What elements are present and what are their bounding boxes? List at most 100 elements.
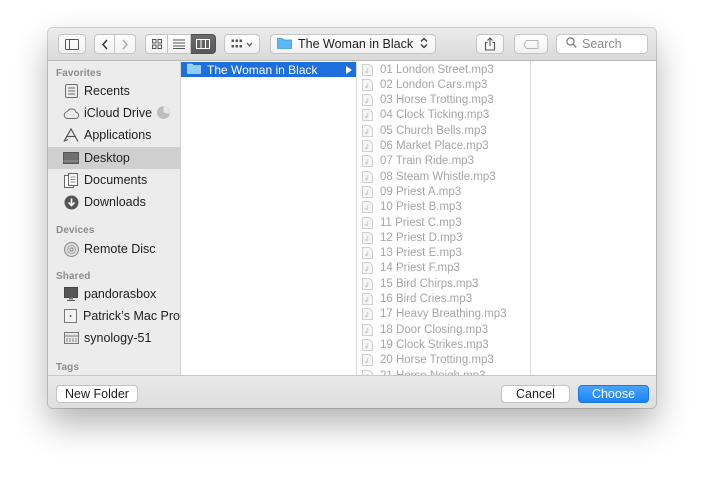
file-row: 14 Priest F.mp3 xyxy=(357,261,530,276)
icon-view-button[interactable] xyxy=(145,34,168,54)
cancel-button[interactable]: Cancel xyxy=(501,385,570,403)
disclosure-triangle-icon xyxy=(346,63,352,77)
audio-file-icon xyxy=(362,124,373,137)
sidebar-item-label: iCloud Drive xyxy=(84,106,153,120)
shared-header: Shared xyxy=(56,271,91,282)
sidebar-item-label: pandorasbox xyxy=(84,287,157,301)
bottom-bar: New Folder Cancel Choose xyxy=(48,375,656,408)
choose-button[interactable]: Choose xyxy=(578,385,649,403)
search-field[interactable]: Search xyxy=(556,34,648,54)
group-menu-button[interactable] xyxy=(224,34,260,54)
forward-button[interactable] xyxy=(115,34,136,54)
server-icon xyxy=(62,330,80,346)
file-name: 15 Bird Chirps.mp3 xyxy=(380,277,479,290)
file-row: 20 Horse Trotting.mp3 xyxy=(357,353,530,368)
audio-file-icon xyxy=(362,262,373,275)
sidebar-item-label: Documents xyxy=(84,173,148,187)
icon-grid-icon xyxy=(151,39,162,49)
share-button[interactable] xyxy=(476,34,504,54)
sidebar-item-label: Patrick’s Mac Pro xyxy=(82,309,180,323)
sidebar-item-applications[interactable]: Applications xyxy=(48,124,180,146)
file-name: 16 Bird Cries.mp3 xyxy=(380,293,473,305)
tag-button[interactable] xyxy=(514,34,548,54)
audio-file-icon xyxy=(362,170,373,183)
file-row: 06 Market Place.mp3 xyxy=(357,139,530,154)
sidebar-item-label: synology-51 xyxy=(84,331,152,345)
share-icon xyxy=(484,37,496,51)
file-row: 10 Priest B.mp3 xyxy=(357,200,530,215)
audio-file-icon xyxy=(362,109,373,122)
devices-header: Devices xyxy=(56,225,95,236)
columns-icon xyxy=(196,39,210,49)
tag-icon xyxy=(523,39,539,49)
sidebar-item-label: Desktop xyxy=(84,151,130,165)
audio-file-icon xyxy=(362,94,373,107)
file-name: 07 Train Ride.mp3 xyxy=(380,155,474,168)
folder-row-selected[interactable]: The Woman in Black xyxy=(181,62,356,77)
audio-file-icon xyxy=(362,293,373,305)
audio-file-icon xyxy=(362,63,373,76)
sidebar: Favorites Recents iCloud Drive Applicati… xyxy=(48,61,181,375)
documents-icon xyxy=(62,172,80,188)
sidebar-item-patricks-mac-pro[interactable]: Patrick’s Mac Pro xyxy=(48,305,180,327)
sidebar-item-downloads[interactable]: Downloads xyxy=(48,191,180,213)
audio-file-icon xyxy=(362,338,373,351)
sidebar-item-desktop[interactable]: Desktop xyxy=(48,147,180,169)
search-icon xyxy=(566,37,577,51)
sidebar-item-label: Recents xyxy=(84,84,130,98)
list-view-button[interactable] xyxy=(168,34,191,54)
audio-file-icon xyxy=(362,185,373,198)
sidebar-item-icloud-drive[interactable]: iCloud Drive xyxy=(48,102,180,124)
column-2: 01 London Street.mp3 02 London Cars.mp3 03… xyxy=(357,61,531,375)
sidebar-icon xyxy=(65,38,79,50)
folder-name: The Woman in Black xyxy=(207,62,318,77)
recents-icon xyxy=(62,83,80,99)
sidebar-item-remote-disc[interactable]: Remote Disc xyxy=(48,238,180,260)
file-name: 20 Horse Trotting.mp3 xyxy=(380,354,494,367)
sidebar-item-label: Downloads xyxy=(84,195,146,209)
column-3 xyxy=(531,61,656,375)
file-name: 10 Priest B.mp3 xyxy=(380,201,462,214)
file-row: 21 Horse Neigh.mp3 xyxy=(357,368,530,375)
search-placeholder: Search xyxy=(582,37,622,51)
location-label: The Woman in Black xyxy=(298,37,414,51)
file-name: 11 Priest C.mp3 xyxy=(380,216,462,229)
audio-file-icon xyxy=(362,354,373,367)
file-name: 03 Horse Trotting.mp3 xyxy=(380,94,494,107)
sidebar-item-documents[interactable]: Documents xyxy=(48,169,180,191)
file-row: 18 Door Closing.mp3 xyxy=(357,322,530,337)
toolbar: The Woman in Black Search xyxy=(48,28,656,61)
desktop-icon xyxy=(62,150,80,166)
new-folder-button[interactable]: New Folder xyxy=(56,385,138,403)
location-popup[interactable]: The Woman in Black xyxy=(270,34,436,54)
file-name: 02 London Cars.mp3 xyxy=(380,78,488,91)
mac-pro-icon xyxy=(62,308,79,324)
audio-file-icon xyxy=(362,155,373,168)
column-view-button[interactable] xyxy=(191,34,216,54)
display-icon xyxy=(62,286,80,302)
tags-header: Tags xyxy=(56,362,79,373)
sidebar-item-label: Applications xyxy=(84,128,152,142)
sidebar-item-synology-51[interactable]: synology-51 xyxy=(48,327,180,349)
file-row: 08 Steam Whistle.mp3 xyxy=(357,169,530,184)
file-name: 14 Priest F.mp3 xyxy=(380,262,460,275)
audio-file-icon xyxy=(362,201,373,214)
file-row: 03 Horse Trotting.mp3 xyxy=(357,93,530,108)
folder-icon xyxy=(187,63,201,77)
applications-icon xyxy=(62,127,80,143)
file-name: 01 London Street.mp3 xyxy=(380,63,494,76)
file-row: 19 Clock Strikes.mp3 xyxy=(357,337,530,352)
audio-file-icon xyxy=(362,308,373,321)
chevron-down-icon xyxy=(246,42,253,47)
sidebar-item-label: Remote Disc xyxy=(84,242,156,256)
favorites-header: Favorites xyxy=(56,68,102,79)
sidebar-item-pandorasbox[interactable]: pandorasbox xyxy=(48,283,180,305)
sidebar-item-recents[interactable]: Recents xyxy=(48,80,180,102)
audio-file-icon xyxy=(362,216,373,229)
file-name: 05 Church Bells.mp3 xyxy=(380,124,487,137)
list-icon xyxy=(173,39,185,49)
sidebar-toggle-button[interactable] xyxy=(58,34,86,54)
file-row: 17 Heavy Breathing.mp3 xyxy=(357,307,530,322)
audio-file-icon xyxy=(362,231,373,244)
back-button[interactable] xyxy=(94,34,115,54)
